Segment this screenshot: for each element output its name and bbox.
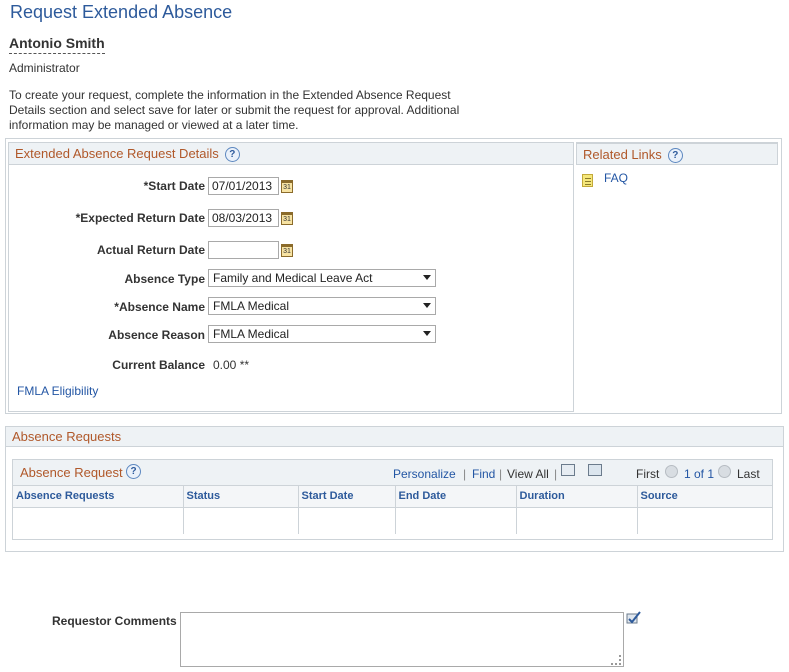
instructions-text: To create your request, complete the inf… xyxy=(9,88,460,132)
find-link[interactable]: Find xyxy=(472,467,495,481)
employee-title: Administrator xyxy=(9,61,80,75)
absence-request-table: Absence Requests Status Start Date End D… xyxy=(13,486,772,534)
column-header[interactable]: End Date xyxy=(395,486,517,508)
toolbar-separator: | xyxy=(554,467,558,481)
table-cell xyxy=(637,507,772,534)
absence-reason-value: FMLA Medical xyxy=(213,327,290,341)
requestor-comments-label: Requestor Comments xyxy=(52,614,177,628)
next-arrow-icon[interactable] xyxy=(718,465,731,478)
page-title: Request Extended Absence xyxy=(10,2,233,22)
absence-type-value: Family and Medical Leave Act xyxy=(213,271,373,285)
related-links-label: Related Links xyxy=(583,147,662,162)
help-icon[interactable]: ? xyxy=(224,147,240,163)
grid-title-bar: Absence Request ? Personalize | Find | V… xyxy=(13,460,772,486)
fmla-eligibility-link[interactable]: FMLA Eligibility xyxy=(17,384,98,398)
chevron-down-icon xyxy=(423,331,431,336)
chevron-down-icon xyxy=(423,303,431,308)
first-label: First xyxy=(636,467,660,481)
calendar-icon[interactable]: 31 xyxy=(281,180,293,193)
requestor-comments-field[interactable] xyxy=(180,612,624,667)
absence-name-value: FMLA Medical xyxy=(213,299,290,313)
previous-arrow-icon[interactable] xyxy=(665,465,678,478)
table-cell xyxy=(516,507,638,534)
document-icon xyxy=(582,174,593,187)
table-header-row: Absence Requests Status Start Date End D… xyxy=(13,486,772,508)
absence-type-select[interactable]: Family and Medical Leave Act xyxy=(208,269,436,287)
table-cell xyxy=(13,507,184,534)
absence-requests-label: Absence Requests xyxy=(12,429,122,444)
last-label: Last xyxy=(737,467,760,481)
calendar-icon[interactable]: 31 xyxy=(281,244,293,257)
page-range: 1 of 1 xyxy=(684,467,715,481)
resize-handle[interactable] xyxy=(611,655,621,665)
toolbar-separator: | xyxy=(499,467,503,481)
current-balance-label: Current Balance xyxy=(112,358,205,372)
faq-link[interactable]: FAQ xyxy=(604,171,628,185)
expected-return-date-label: *Expected Return Date xyxy=(75,211,205,225)
personalize-link[interactable]: Personalize xyxy=(393,467,456,481)
absence-request-grid: Absence Request ? Personalize | Find | V… xyxy=(12,459,773,540)
chevron-down-icon xyxy=(423,275,431,280)
column-header[interactable]: Source xyxy=(637,486,772,508)
column-header[interactable]: Start Date xyxy=(298,486,396,508)
zoom-icon[interactable] xyxy=(561,464,575,476)
help-icon[interactable]: ? xyxy=(126,464,141,479)
start-date-label: *Start Date xyxy=(143,179,205,193)
absence-name-label: *Absence Name xyxy=(114,300,205,314)
table-cell xyxy=(395,507,517,534)
start-date-field[interactable]: 07/01/2013 xyxy=(208,177,279,195)
column-header[interactable]: Duration xyxy=(516,486,638,508)
toolbar-separator: | xyxy=(463,467,467,481)
absence-reason-label: Absence Reason xyxy=(108,328,205,342)
table-row xyxy=(13,507,772,534)
table-cell xyxy=(183,507,299,534)
view-all-link[interactable]: View All xyxy=(507,467,549,481)
absence-type-label: Absence Type xyxy=(124,272,205,286)
column-header[interactable]: Absence Requests xyxy=(13,486,184,508)
absence-reason-select[interactable]: FMLA Medical xyxy=(208,325,436,343)
details-header-label: Extended Absence Request Details xyxy=(15,146,219,161)
spellcheck-icon[interactable] xyxy=(626,611,641,625)
spreadsheet-icon[interactable] xyxy=(588,464,602,476)
absence-requests-header: Absence Requests xyxy=(6,427,783,447)
grid-title: Absence Request xyxy=(20,465,123,480)
employee-name: Antonio Smith xyxy=(9,35,105,54)
current-balance-value: 0.00 ** xyxy=(213,358,250,372)
actual-return-date-field[interactable] xyxy=(208,241,279,259)
absence-name-select[interactable]: FMLA Medical xyxy=(208,297,436,315)
details-header: Extended Absence Request Details? xyxy=(9,143,573,165)
calendar-icon[interactable]: 31 xyxy=(281,212,293,225)
expected-return-date-field[interactable]: 08/03/2013 xyxy=(208,209,279,227)
help-icon[interactable]: ? xyxy=(667,148,683,164)
table-cell xyxy=(298,507,396,534)
column-header[interactable]: Status xyxy=(183,486,299,508)
actual-return-date-label: Actual Return Date xyxy=(96,243,205,257)
related-links-header: Related Links? xyxy=(576,143,778,165)
